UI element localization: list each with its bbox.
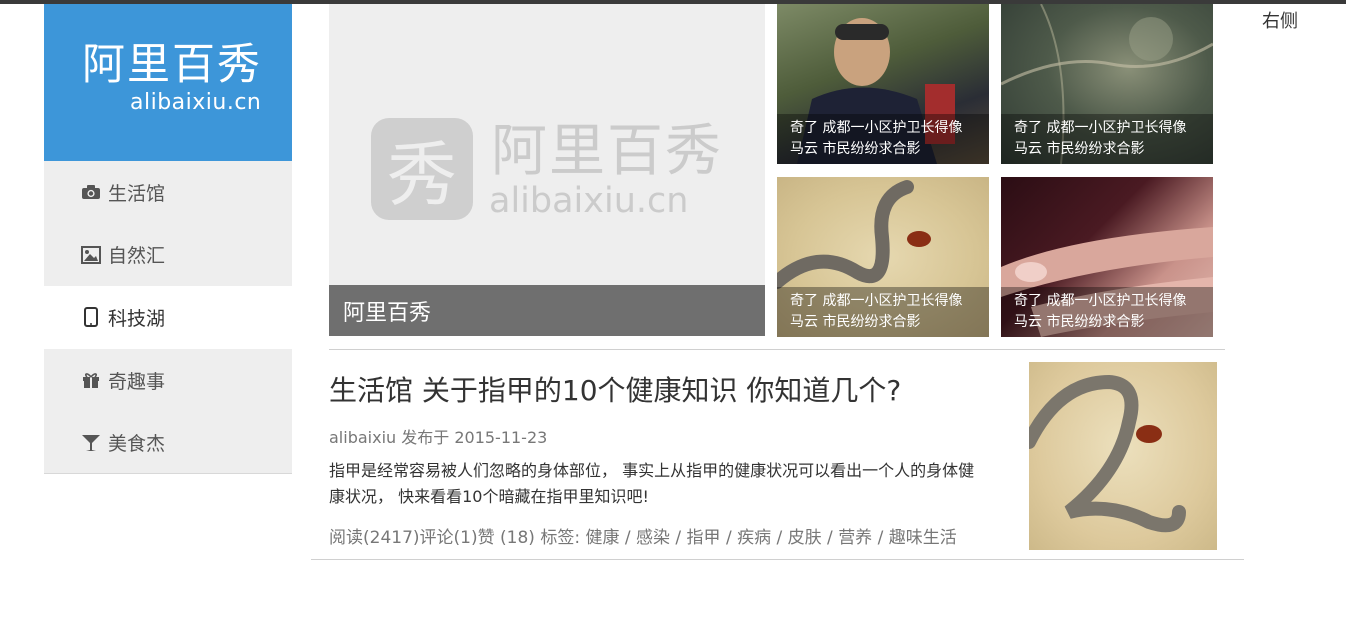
glass-icon bbox=[80, 433, 102, 453]
thumb-caption: 奇了 成都一小区护卫长得像 马云 市民纷纷求合影 bbox=[1001, 114, 1213, 164]
featured-slider[interactable]: 秀 阿里百秀 alibaixiu.cn 阿里百秀 bbox=[329, 4, 765, 336]
thumb-caption: 奇了 成都一小区护卫长得像 马云 市民纷纷求合影 bbox=[1001, 287, 1213, 337]
thumb-card-4[interactable]: 奇了 成都一小区护卫长得像 马云 市民纷纷求合影 bbox=[1001, 177, 1213, 337]
gift-icon bbox=[80, 370, 102, 390]
tag-link[interactable]: 疾病 bbox=[737, 528, 771, 548]
article-meta: alibaixiu 发布于 2015-11-23 bbox=[329, 428, 548, 447]
sidebar-item-nature[interactable]: 自然汇 bbox=[44, 223, 292, 287]
watermark-domain-text: alibaixiu.cn bbox=[489, 181, 689, 221]
camera-icon bbox=[80, 182, 102, 202]
tag-link[interactable]: 指甲 bbox=[687, 528, 721, 548]
logo-domain-text: alibaixiu.cn bbox=[130, 90, 262, 115]
sidebar-item-life[interactable]: 生活馆 bbox=[44, 161, 292, 224]
watermark-badge: 秀 bbox=[371, 118, 473, 220]
thumb-caption: 奇了 成都一小区护卫长得像 马云 市民纷纷求合影 bbox=[777, 114, 989, 164]
sidebar-item-label: 生活馆 bbox=[108, 182, 166, 205]
thumb-caption: 奇了 成都一小区护卫长得像 马云 市民纷纷求合影 bbox=[777, 287, 989, 337]
thumb-caption-line: 奇了 成都一小区护卫长得像 bbox=[1014, 120, 1187, 136]
site-logo[interactable]: 阿里百秀 alibaixiu.cn bbox=[44, 4, 292, 161]
thumb-caption-line: 奇了 成都一小区护卫长得像 bbox=[790, 293, 963, 309]
sidebar-item-tech[interactable]: 科技湖 bbox=[44, 286, 292, 349]
article-stats-text: 阅读(2417)评论(1)赞 (18) 标签: bbox=[329, 528, 581, 548]
thumb-card-1[interactable]: 奇了 成都一小区护卫长得像 马云 市民纷纷求合影 bbox=[777, 4, 989, 164]
mobile-icon bbox=[80, 307, 102, 328]
sidebar-item-label: 科技湖 bbox=[108, 307, 166, 330]
thumb-card-3[interactable]: 奇了 成都一小区护卫长得像 马云 市民纷纷求合影 bbox=[777, 177, 989, 337]
thumb-caption-line: 马云 市民纷纷求合影 bbox=[790, 141, 921, 157]
sidebar-divider bbox=[44, 473, 292, 474]
sidebar-nav: 生活馆 自然汇 科技湖 奇趣事 美食杰 bbox=[44, 161, 292, 474]
article-bottom-divider bbox=[311, 559, 1244, 560]
thumb-caption-line: 马云 市民纷纷求合影 bbox=[1014, 141, 1145, 157]
section-divider bbox=[329, 349, 1225, 350]
tag-link[interactable]: 感染 bbox=[636, 528, 670, 548]
article-title[interactable]: 生活馆 关于指甲的10个健康知识 你知道几个? bbox=[329, 374, 901, 408]
slider-caption[interactable]: 阿里百秀 bbox=[329, 285, 765, 336]
article-stats: 阅读(2417)评论(1)赞 (18) 标签: 健康 / 感染 / 指甲 / 疾… bbox=[329, 528, 957, 548]
tag-link[interactable]: 健康 bbox=[585, 528, 619, 548]
sidebar-item-label: 自然汇 bbox=[108, 245, 166, 268]
article-excerpt: 指甲是经常容易被人们忽略的身体部位， 事实上从指甲的健康状况可以看出一个人的身体… bbox=[329, 461, 975, 506]
image-icon bbox=[80, 245, 102, 265]
thumb-caption-line: 马云 市民纷纷求合影 bbox=[790, 314, 921, 330]
thumb-caption-line: 马云 市民纷纷求合影 bbox=[1014, 314, 1145, 330]
tag-link[interactable]: 营养 bbox=[838, 528, 872, 548]
thumb-card-2[interactable]: 奇了 成都一小区护卫长得像 马云 市民纷纷求合影 bbox=[1001, 4, 1213, 164]
tag-link[interactable]: 皮肤 bbox=[788, 528, 822, 548]
right-sidebar-label: 右侧 bbox=[1262, 11, 1298, 32]
article-thumbnail[interactable] bbox=[1029, 362, 1217, 550]
watermark-chinese-text: 阿里百秀 bbox=[491, 119, 723, 184]
logo-chinese-text: 阿里百秀 bbox=[82, 40, 262, 90]
sidebar-item-food[interactable]: 美食杰 bbox=[44, 411, 292, 474]
sidebar-item-label: 美食杰 bbox=[108, 433, 166, 456]
sidebar-item-fun[interactable]: 奇趣事 bbox=[44, 348, 292, 412]
thumb-caption-line: 奇了 成都一小区护卫长得像 bbox=[1014, 293, 1187, 309]
snake-illustration bbox=[1029, 374, 1186, 533]
sidebar-item-label: 奇趣事 bbox=[108, 370, 166, 393]
tag-link[interactable]: 趣味生活 bbox=[889, 528, 957, 548]
thumb-caption-line: 奇了 成都一小区护卫长得像 bbox=[790, 120, 963, 136]
